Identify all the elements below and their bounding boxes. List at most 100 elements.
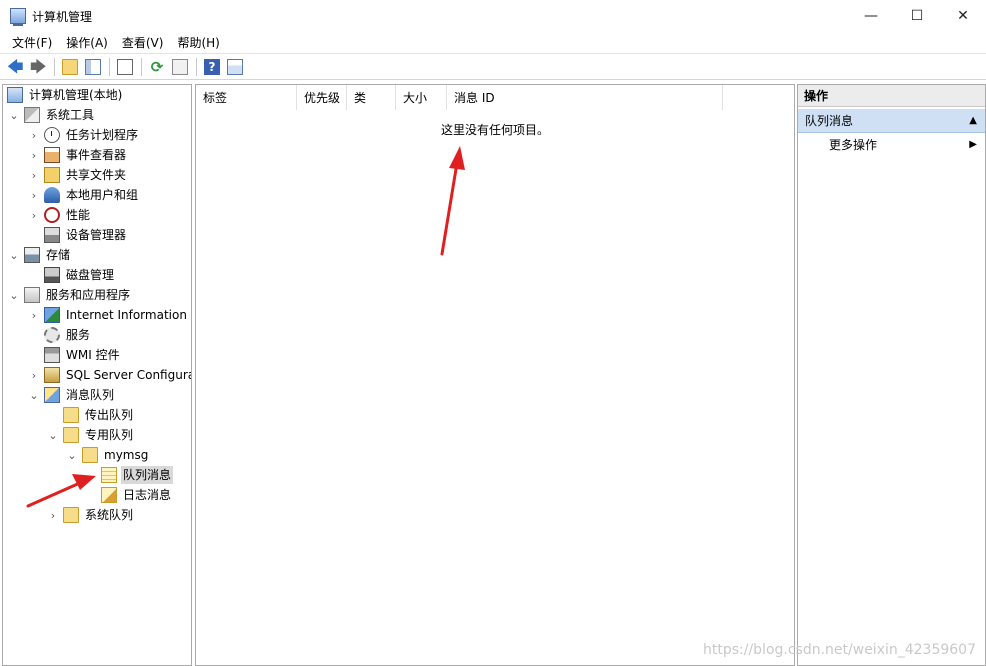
tree-item-storage[interactable]: ⌄ 存储 [7,245,72,265]
performance-icon [44,207,60,223]
toolbar: 🡄 🡆 ⟳ ? [0,55,986,80]
up-one-level-button[interactable] [59,56,81,78]
maximize-button[interactable]: ☐ [894,0,940,32]
tree-item-label: 消息队列 [66,388,115,402]
tree-item-system-tools[interactable]: ⌄ 系统工具 [7,105,96,125]
more-actions-label: 更多操作 [829,138,878,152]
tree-item-disk-management[interactable]: 磁盘管理 [44,265,116,285]
computer-icon [7,87,23,103]
tree-item-label: WMI 控件 [66,348,120,362]
collapse-triangle-icon[interactable]: ▲ [969,109,977,133]
tree-item-label: 系统队列 [85,508,134,522]
tree-item-event-viewer[interactable]: › 事件查看器 [27,145,128,165]
expand-chevron-icon[interactable]: › [27,308,41,322]
tree-item-services[interactable]: 服务 [44,325,92,345]
properties-button[interactable] [114,56,136,78]
more-actions-item[interactable]: 更多操作 ▶ [798,135,985,155]
help-button[interactable]: ? [201,56,223,78]
tree-item-services-and-applications[interactable]: ⌄ 服务和应用程序 [7,285,132,305]
expand-chevron-icon[interactable]: › [27,128,41,142]
back-button[interactable]: 🡄 [4,56,26,78]
tree-item-computer-management[interactable]: 计算机管理(本地) [7,85,124,105]
expand-chevron-icon[interactable]: › [27,188,41,202]
result-list[interactable]: 标签 优先级 类 大小 消息 ID 这里没有任何项目。 [195,84,795,666]
column-header-label[interactable]: 标签 [196,85,297,110]
tree-item-label: 事件查看器 [66,148,127,162]
collapse-chevron-icon[interactable]: ⌄ [7,288,21,302]
toolbar-separator [109,58,110,76]
message-queue-icon [44,387,60,403]
menu-action[interactable]: 操作(A) [59,33,115,53]
menu-view[interactable]: 查看(V) [115,33,171,53]
refresh-button[interactable]: ⟳ [146,56,168,78]
tree-item-task-scheduler[interactable]: › 任务计划程序 [27,125,140,145]
computer-management-icon [10,8,26,26]
collapse-chevron-icon[interactable]: ⌄ [7,108,21,122]
export-list-button[interactable] [169,56,191,78]
tree-item-wmi-control[interactable]: WMI 控件 [44,345,122,365]
action-pane-title: 操作 [798,85,985,107]
folder-icon [63,407,79,423]
iis-icon [44,307,60,323]
tree-item-iis[interactable]: › Internet Information S [27,305,191,325]
collapse-chevron-icon[interactable]: ⌄ [46,428,60,442]
collapse-chevron-icon[interactable]: ⌄ [65,448,79,462]
column-header-class[interactable]: 类 [347,85,396,110]
minimize-button[interactable]: — [848,0,894,32]
tree-item-label: 传出队列 [85,408,134,422]
column-header-priority[interactable]: 优先级 [297,85,347,110]
menu-file[interactable]: 文件(F) [5,33,59,53]
folder-icon [63,427,79,443]
tree-item-label: 存储 [46,248,71,262]
tree-item-label: 服务和应用程序 [46,288,131,302]
tree-item-shared-folders[interactable]: › 共享文件夹 [27,165,128,185]
tree-item-outgoing-queues[interactable]: 传出队列 [63,405,135,425]
device-manager-icon [44,227,60,243]
toolbar-separator [54,58,55,76]
folder-icon [82,447,98,463]
column-header-message-id[interactable]: 消息 ID [447,85,723,110]
toolbar-separator [196,58,197,76]
close-button[interactable]: ✕ [940,0,986,32]
expand-chevron-icon[interactable]: › [27,168,41,182]
properties-icon [117,59,133,75]
tree-item-label: 服务 [66,328,91,342]
expand-chevron-icon[interactable]: › [27,368,41,382]
action-section-queue-messages[interactable]: 队列消息 ▲ [798,109,985,133]
tree-item-label: 共享文件夹 [66,168,127,182]
tree-item-message-queuing[interactable]: ⌄ 消息队列 [27,385,116,405]
disk-icon [44,267,60,283]
column-header-size[interactable]: 大小 [396,85,447,110]
show-hide-tree-button[interactable] [82,56,104,78]
tree-item-label: 设备管理器 [66,228,127,242]
tree-item-queue-messages[interactable]: 队列消息 [101,465,174,485]
gear-icon [44,327,60,343]
expand-chevron-icon[interactable]: › [46,508,60,522]
event-viewer-icon [44,147,60,163]
toolbar-separator [141,58,142,76]
tree-item-journal-messages[interactable]: 日志消息 [101,485,173,505]
menu-help[interactable]: 帮助(H) [170,33,226,53]
forward-button[interactable]: 🡆 [27,56,49,78]
clock-icon [44,127,60,143]
tree-item-device-manager[interactable]: 设备管理器 [44,225,128,245]
action-pane-icon [227,59,243,75]
tree-item-system-queues[interactable]: › 系统队列 [46,505,135,525]
show-action-pane-button[interactable] [224,56,246,78]
storage-icon [24,247,40,263]
tree-item-label: 专用队列 [85,428,134,442]
tree-item-performance[interactable]: › 性能 [27,205,92,225]
help-icon: ? [204,59,220,75]
expand-chevron-icon[interactable]: › [27,208,41,222]
expand-chevron-icon[interactable]: › [27,148,41,162]
tree-item-sql-server-configuration[interactable]: › SQL Server Configura [27,365,191,385]
wmi-icon [44,347,60,363]
collapse-chevron-icon[interactable]: ⌄ [7,248,21,262]
tree-item-private-queues[interactable]: ⌄ 专用队列 [46,425,135,445]
tree-item-mymsg[interactable]: ⌄ mymsg [65,445,150,465]
submenu-arrow-icon: ▶ [969,139,977,150]
console-tree[interactable]: 计算机管理(本地) ⌄ 系统工具 › 任务计划程序 › 事件查看器 › 共享文件… [2,84,192,666]
collapse-chevron-icon[interactable]: ⌄ [27,388,41,402]
tree-item-local-users[interactable]: › 本地用户和组 [27,185,140,205]
tree-item-label: mymsg [104,448,149,462]
